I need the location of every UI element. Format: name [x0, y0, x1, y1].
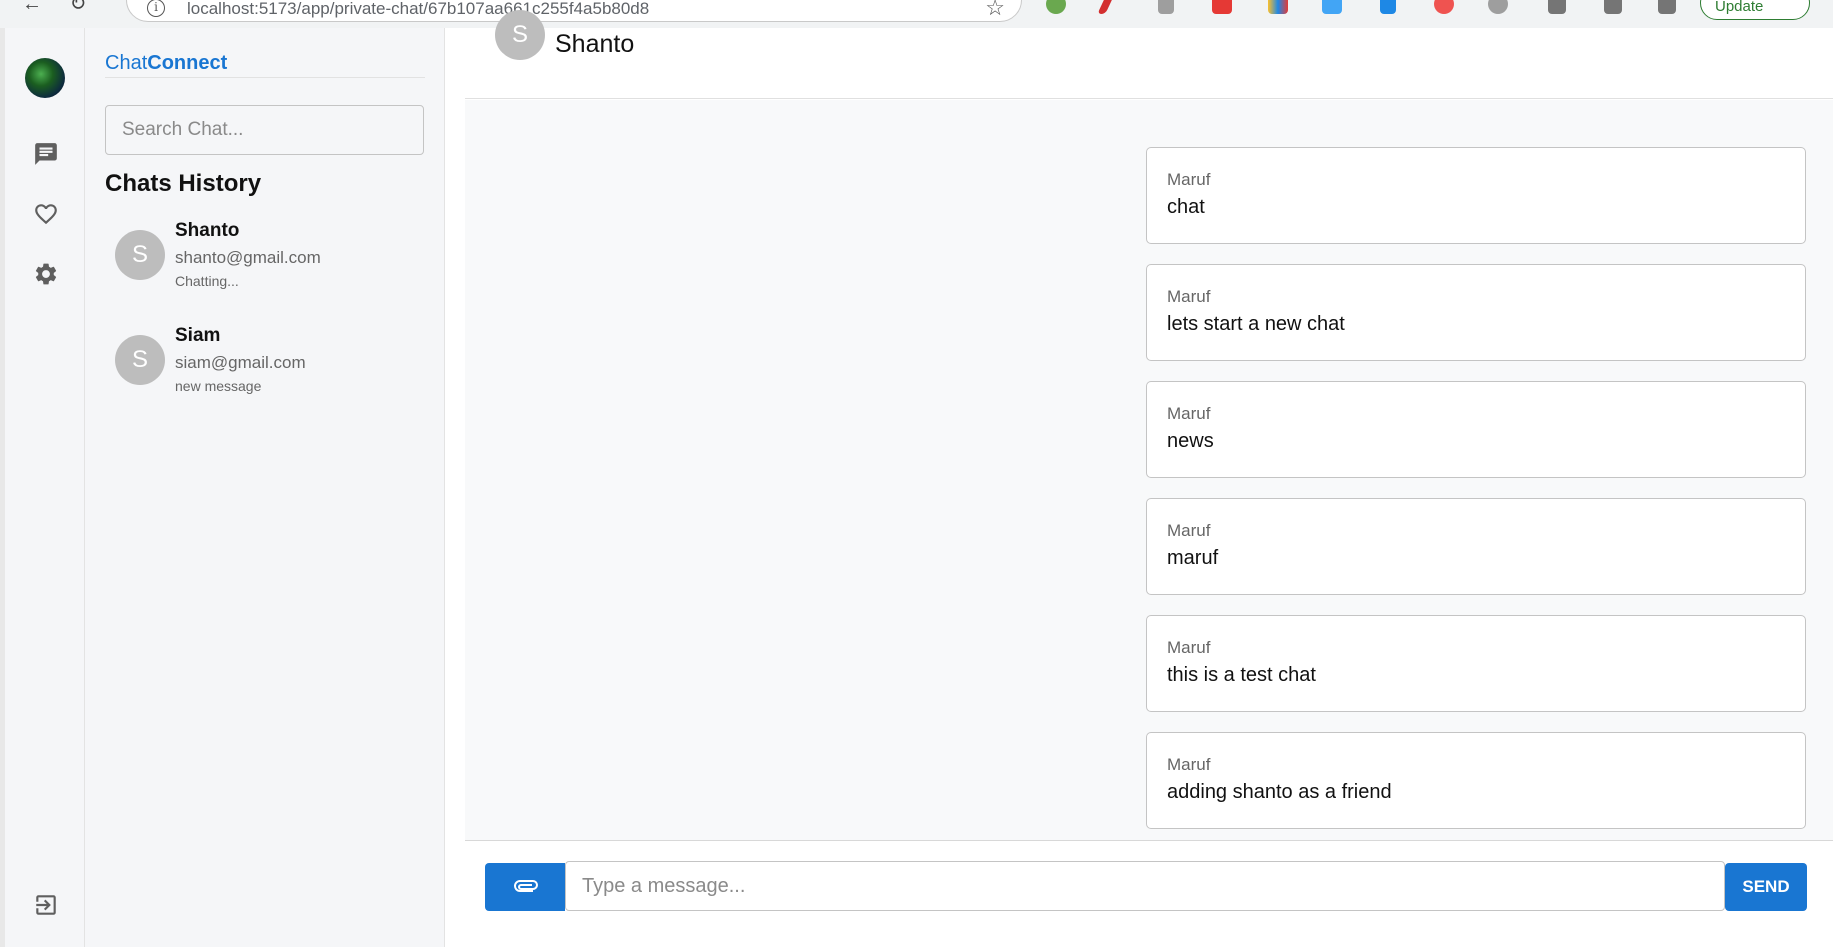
- chat-list-item-siam[interactable]: S Siam siam@gmail.com new message: [95, 323, 435, 413]
- extension-icon[interactable]: [1380, 0, 1396, 14]
- split-view-icon[interactable]: [1548, 0, 1566, 14]
- extension-icon[interactable]: [1046, 0, 1066, 14]
- attach-button[interactable]: [485, 863, 565, 911]
- extension-icon[interactable]: [1268, 0, 1288, 14]
- message-list: Maruf chat Maruf lets start a new chat M…: [465, 100, 1833, 840]
- message-sender: Maruf: [1167, 638, 1211, 657]
- message-text: chat: [1167, 196, 1205, 218]
- message-sender: Maruf: [1167, 170, 1211, 189]
- avatar: S: [115, 230, 165, 280]
- message-text: lets start a new chat: [1167, 313, 1345, 335]
- chat-status: new message: [175, 378, 262, 394]
- message-sender: Maruf: [1167, 521, 1211, 540]
- extension-chart-icon[interactable]: [1158, 0, 1174, 14]
- chat-main: S Shanto Maruf chat Maruf lets start a n…: [445, 10, 1833, 947]
- message-bubble: Maruf this is a test chat: [1146, 615, 1806, 712]
- chat-sidebar: ChatConnect Chats History S Shanto shant…: [85, 28, 445, 947]
- bookmark-star-icon[interactable]: ☆: [985, 0, 1005, 21]
- reload-icon[interactable]: ↻: [66, 0, 90, 16]
- message-text: news: [1167, 430, 1214, 452]
- message-input[interactable]: [565, 861, 1725, 911]
- gear-icon[interactable]: [33, 261, 59, 287]
- site-info-icon[interactable]: i: [147, 0, 165, 17]
- avatar[interactable]: [25, 58, 65, 98]
- message-sender: Maruf: [1167, 404, 1211, 423]
- message-sender: Maruf: [1167, 755, 1211, 774]
- brand-part1: Chat: [105, 52, 148, 74]
- extension-icon[interactable]: [1322, 0, 1342, 14]
- update-label: Update: [1715, 0, 1764, 15]
- url-text: localhost:5173/app/private-chat/67b107aa…: [187, 0, 650, 18]
- chat-list-item-shanto[interactable]: S Shanto shanto@gmail.com Chatting...: [95, 218, 435, 308]
- message-bubble: Maruf lets start a new chat: [1146, 264, 1806, 361]
- extension-pen-icon[interactable]: [1097, 0, 1115, 14]
- chat-status: Chatting...: [175, 273, 239, 289]
- brand-part2: Connect: [147, 52, 228, 74]
- search-input[interactable]: [105, 105, 424, 155]
- address-bar[interactable]: i localhost:5173/app/private-chat/67b107…: [126, 0, 1022, 22]
- chat-icon[interactable]: [33, 141, 59, 167]
- paperclip-icon: [514, 879, 538, 892]
- message-text: this is a test chat: [1167, 664, 1316, 686]
- avatar: S: [495, 10, 545, 60]
- chat-email: shanto@gmail.com: [175, 248, 321, 267]
- message-text: maruf: [1167, 547, 1219, 569]
- extension-icon[interactable]: [1212, 0, 1232, 14]
- message-bubble: Maruf maruf: [1146, 498, 1806, 595]
- brand-logo: ChatConnect: [105, 52, 425, 78]
- message-bubble: Maruf adding shanto as a friend: [1146, 732, 1806, 829]
- message-text: adding shanto as a friend: [1167, 781, 1392, 803]
- browser-toolbar: ← ↻ i localhost:5173/app/private-chat/67…: [0, 0, 1833, 30]
- favorites-icon[interactable]: [1604, 0, 1622, 14]
- message-bubble: Maruf news: [1146, 381, 1806, 478]
- extension-shield-icon[interactable]: [1434, 0, 1454, 14]
- chat-partner-name: Shanto: [555, 30, 635, 58]
- extensions-puzzle-icon[interactable]: [1488, 0, 1508, 14]
- update-button[interactable]: Update: [1700, 0, 1810, 20]
- chat-name: Siam: [175, 325, 221, 346]
- chat-email: siam@gmail.com: [175, 353, 306, 372]
- chat-header: S Shanto: [465, 10, 1833, 99]
- logout-icon[interactable]: [33, 892, 59, 918]
- message-bubble: Maruf chat: [1146, 147, 1806, 244]
- heart-icon[interactable]: [33, 201, 59, 227]
- message-sender: Maruf: [1167, 287, 1211, 306]
- send-button[interactable]: SEND: [1725, 863, 1807, 911]
- chats-history-title: Chats History: [105, 170, 262, 197]
- back-icon[interactable]: ←: [20, 0, 44, 16]
- chat-name: Shanto: [175, 220, 240, 241]
- collections-icon[interactable]: [1658, 0, 1676, 14]
- message-composer: SEND: [465, 840, 1833, 947]
- avatar: S: [115, 335, 165, 385]
- nav-rail: [0, 28, 85, 947]
- chat-app: ChatConnect Chats History S Shanto shant…: [0, 10, 1833, 947]
